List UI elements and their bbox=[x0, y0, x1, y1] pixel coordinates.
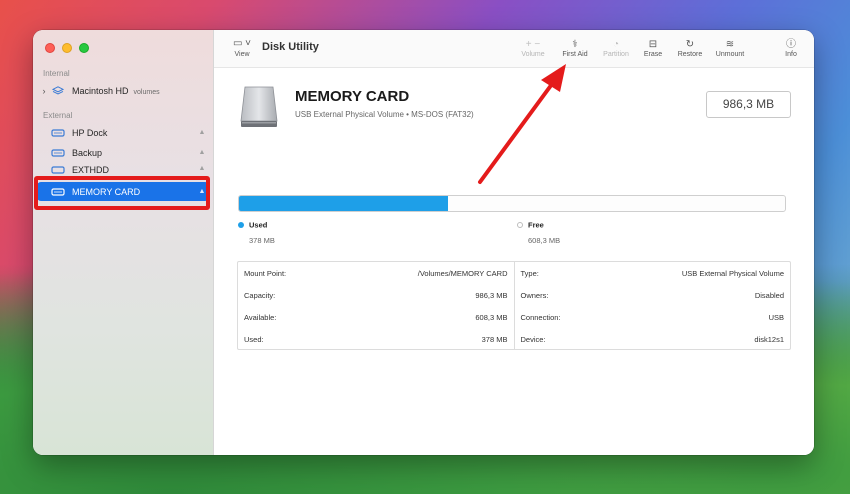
zoom-button[interactable] bbox=[79, 43, 89, 53]
annotation-highlight-box bbox=[34, 176, 210, 210]
info-icon: ⓘ bbox=[786, 39, 796, 50]
info-label: Mount Point: bbox=[244, 268, 287, 278]
usage-bar-used-fill bbox=[239, 196, 449, 211]
sidebar-item-label: Macintosh HD volumes bbox=[72, 85, 160, 96]
info-value: 608,3 MB bbox=[475, 312, 508, 322]
legend-used: Used 378 MB bbox=[238, 220, 275, 245]
sidebar-item-backup[interactable]: Backup ▲ bbox=[37, 143, 209, 162]
sidebar-item-sublabel: volumes bbox=[133, 88, 160, 96]
unmount-button[interactable]: ≋ Unmount bbox=[708, 38, 752, 58]
restore-icon: ↻ bbox=[685, 39, 695, 50]
used-value: 378 MB bbox=[249, 235, 275, 245]
info-value: disk12s1 bbox=[754, 334, 784, 344]
external-drive-icon bbox=[51, 148, 65, 157]
info-label: Device: bbox=[520, 334, 546, 344]
disk-utility-window: Internal › Macintosh HD volumes External … bbox=[33, 30, 814, 455]
external-drive-icon bbox=[51, 128, 65, 137]
external-drive-icon bbox=[51, 166, 65, 174]
close-button[interactable] bbox=[45, 43, 55, 53]
info-row: Mount Point: /Volumes/MEMORY CARD bbox=[244, 262, 508, 284]
sidebar-item-exthdd[interactable]: EXTHDD ▲ bbox=[37, 163, 209, 175]
info-column-left: Mount Point: /Volumes/MEMORY CARD Capacit… bbox=[238, 262, 514, 349]
info-label: Available: bbox=[244, 312, 277, 322]
info-label: Info bbox=[785, 51, 797, 58]
info-row: Type: USB External Physical Volume bbox=[521, 262, 785, 284]
usage-bar bbox=[238, 195, 786, 212]
volume-label: Volume bbox=[521, 51, 545, 58]
eject-icon[interactable]: ▲ bbox=[195, 165, 209, 172]
info-row: Used: 378 MB bbox=[244, 328, 508, 350]
free-value: 608,3 MB bbox=[528, 235, 561, 245]
sidebar-item-macintosh-hd[interactable]: › Macintosh HD volumes bbox=[37, 81, 209, 100]
info-row: Available: 608,3 MB bbox=[244, 306, 508, 328]
sidebar: Internal › Macintosh HD volumes External … bbox=[33, 30, 214, 455]
eject-icon[interactable]: ▲ bbox=[195, 149, 209, 156]
stethoscope-icon: ⚕ bbox=[572, 39, 578, 50]
info-row: Connection: USB bbox=[521, 306, 785, 328]
used-dot-icon bbox=[238, 222, 244, 229]
hard-drive-icon bbox=[240, 86, 278, 127]
layers-icon bbox=[51, 85, 65, 94]
info-value: /Volumes/MEMORY CARD bbox=[417, 268, 508, 278]
plus-minus-icon: + − bbox=[525, 39, 541, 50]
main-content: MEMORY CARD USB External Physical Volume… bbox=[214, 68, 814, 455]
view-label: View bbox=[234, 51, 250, 58]
info-value: Disabled bbox=[754, 290, 784, 300]
info-label: Used: bbox=[244, 334, 264, 344]
unmount-icon: ≋ bbox=[725, 39, 735, 50]
window-title: Disk Utility bbox=[262, 41, 319, 53]
info-label: Owners: bbox=[520, 290, 549, 300]
window-controls bbox=[45, 43, 89, 53]
sidebar-toggle-icon: ▭ ˅ bbox=[232, 38, 252, 49]
restore-button[interactable]: ↻ Restore bbox=[668, 38, 712, 58]
sidebar-item-hp-dock[interactable]: HP Dock ▲ bbox=[37, 123, 209, 142]
free-dot-icon bbox=[517, 222, 523, 229]
info-row: Owners: Disabled bbox=[521, 284, 785, 306]
info-row: Device: disk12s1 bbox=[521, 328, 785, 350]
section-internal: Internal bbox=[43, 69, 70, 78]
info-button[interactable]: ⓘ Info bbox=[769, 38, 813, 58]
toolbar: ▭ ˅ View Disk Utility + − Volume ⚕ First… bbox=[214, 30, 814, 68]
disk-name: MEMORY CARD bbox=[295, 88, 410, 105]
info-value: 986,3 MB bbox=[475, 290, 508, 300]
unmount-label: Unmount bbox=[715, 51, 745, 58]
first-aid-label: First Aid bbox=[562, 51, 588, 58]
restore-label: Restore bbox=[677, 51, 703, 58]
volume-button[interactable]: + − Volume bbox=[511, 38, 555, 58]
info-table: Mount Point: /Volumes/MEMORY CARD Capacit… bbox=[237, 261, 791, 350]
used-label: Used bbox=[249, 220, 268, 230]
info-value: USB bbox=[768, 312, 784, 322]
info-label: Capacity: bbox=[244, 290, 276, 300]
eject-icon[interactable]: ▲ bbox=[195, 129, 209, 136]
disk-description: USB External Physical Volume • MS-DOS (F… bbox=[295, 110, 474, 119]
sidebar-item-label: HP Dock bbox=[72, 127, 108, 138]
sidebar-item-label: Backup bbox=[72, 147, 103, 158]
info-value: USB External Physical Volume bbox=[681, 268, 784, 278]
free-label: Free bbox=[528, 220, 544, 230]
info-row: Capacity: 986,3 MB bbox=[244, 284, 508, 306]
info-label: Type: bbox=[520, 268, 539, 278]
minimize-button[interactable] bbox=[62, 43, 72, 53]
first-aid-button[interactable]: ⚕ First Aid bbox=[553, 38, 597, 58]
info-value: 378 MB bbox=[481, 334, 508, 344]
disk-size-badge: 986,3 MB bbox=[706, 91, 791, 118]
info-label: Connection: bbox=[520, 312, 561, 322]
chevron-right-icon[interactable]: › bbox=[37, 86, 51, 96]
sidebar-item-label: EXTHDD bbox=[72, 165, 110, 175]
info-column-right: Type: USB External Physical Volume Owners… bbox=[513, 262, 791, 350]
section-external: External bbox=[43, 111, 73, 120]
view-button[interactable]: ▭ ˅ View bbox=[229, 38, 255, 58]
legend-free: Free 608,3 MB bbox=[517, 220, 560, 245]
